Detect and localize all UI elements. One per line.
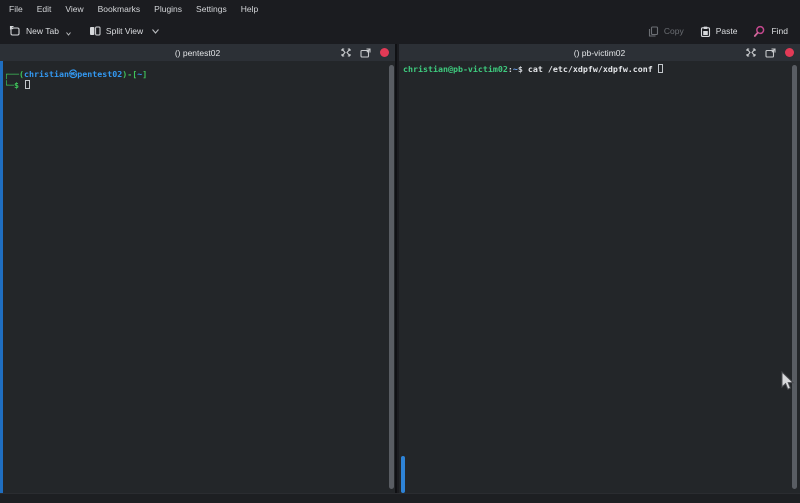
right-pane-header-icons <box>746 48 800 58</box>
right-terminal-cursor <box>658 64 663 73</box>
right-terminal[interactable]: christian@pb-victim02:~$ cat /etc/xdpfw/… <box>399 61 800 493</box>
close-pane-button[interactable] <box>380 48 389 57</box>
left-pane-scrollbar[interactable] <box>389 65 394 489</box>
left-terminal-cursor <box>25 80 30 89</box>
prompt-line: christian@pb-victim02:~$ cat /etc/xdpfw/… <box>403 64 800 75</box>
terminal-pane-right: () pb-victim02 chris <box>399 44 800 493</box>
right-pane-title: () pb-victim02 <box>399 48 800 58</box>
left-pane-focus-indicator <box>0 61 3 493</box>
left-pane-header-icons <box>341 48 395 58</box>
menu-settings[interactable]: Settings <box>196 4 227 14</box>
prompt-line-1: ┌──(christian㉿pentest02)-[~] <box>4 69 395 80</box>
prompt-line-2: └─$ <box>4 80 395 91</box>
left-terminal[interactable]: ┌──(christian㉿pentest02)-[~] └─$ <box>0 61 395 493</box>
toolbar-right-group: Copy Paste <box>648 25 800 38</box>
detach-tab-icon[interactable] <box>765 48 776 58</box>
find-button[interactable]: Find <box>753 25 788 38</box>
toolbar: New Tab Split View <box>0 18 800 44</box>
expand-view-icon[interactable] <box>341 48 351 57</box>
detach-tab-icon[interactable] <box>360 48 371 58</box>
split-view-icon <box>89 25 101 37</box>
menu-file[interactable]: File <box>9 4 23 14</box>
split-view-dropdown-icon[interactable] <box>152 29 159 34</box>
new-tab-label: New Tab <box>26 26 59 36</box>
copy-button[interactable]: Copy <box>648 26 684 37</box>
expand-view-icon[interactable] <box>746 48 756 57</box>
copy-label: Copy <box>664 26 684 36</box>
paste-icon <box>700 26 711 37</box>
find-label: Find <box>771 26 788 36</box>
window-bottom-strip <box>0 493 800 503</box>
menu-edit[interactable]: Edit <box>37 4 52 14</box>
paste-label: Paste <box>716 26 738 36</box>
right-pane-scrollbar[interactable] <box>792 65 797 489</box>
copy-icon <box>648 26 659 37</box>
mouse-pointer <box>781 371 795 393</box>
split-view-label: Split View <box>106 26 143 36</box>
new-tab-dropdown-icon[interactable] <box>66 32 71 36</box>
new-tab-icon <box>9 25 21 37</box>
right-pane-header[interactable]: () pb-victim02 <box>399 44 800 61</box>
left-pane-header[interactable]: () pentest02 <box>0 44 395 61</box>
paste-button[interactable]: Paste <box>700 26 738 37</box>
konsole-window: File Edit View Bookmarks Plugins Setting… <box>0 0 800 503</box>
menu-help[interactable]: Help <box>241 4 258 14</box>
find-icon <box>753 25 766 38</box>
terminal-pane-left: () pentest02 <box>0 44 397 493</box>
left-pane-title: () pentest02 <box>0 48 395 58</box>
close-pane-button[interactable] <box>785 48 794 57</box>
menu-bar: File Edit View Bookmarks Plugins Setting… <box>0 0 800 18</box>
menu-view[interactable]: View <box>65 4 83 14</box>
menu-bookmarks[interactable]: Bookmarks <box>98 4 141 14</box>
toolbar-left-group: New Tab Split View <box>0 25 159 37</box>
right-pane-focus-indicator <box>401 456 405 493</box>
new-tab-button[interactable]: New Tab <box>9 25 71 37</box>
menu-plugins[interactable]: Plugins <box>154 4 182 14</box>
split-view-button[interactable]: Split View <box>89 25 159 37</box>
